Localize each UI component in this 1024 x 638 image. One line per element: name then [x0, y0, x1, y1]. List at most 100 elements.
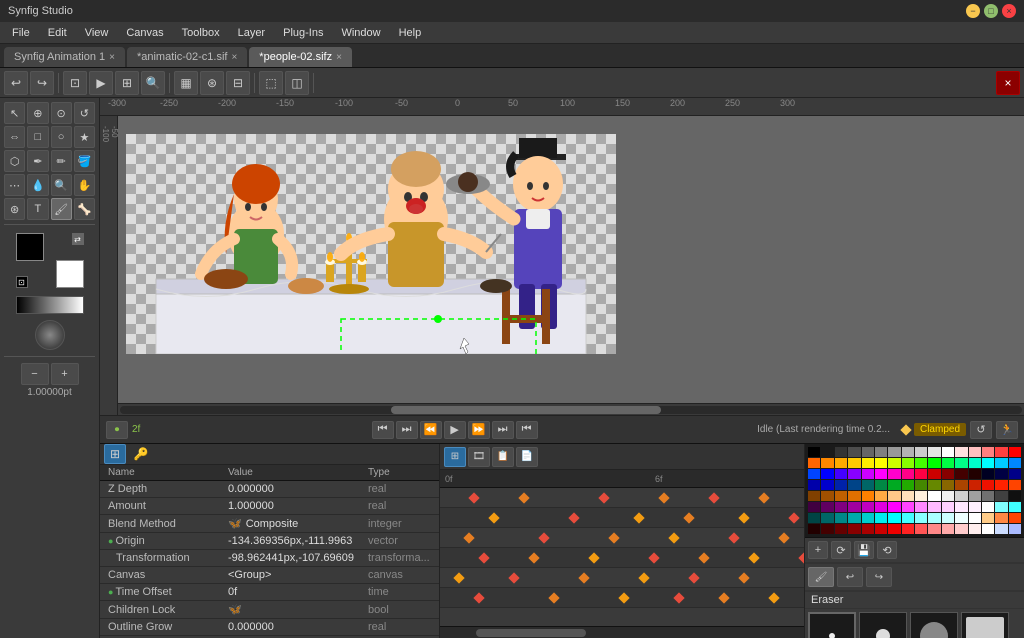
color-cell[interactable]: [888, 458, 900, 468]
color-cell[interactable]: [888, 502, 900, 512]
color-cell[interactable]: [942, 491, 954, 501]
keyframe-2a[interactable]: [488, 512, 499, 523]
tb-close-canvas[interactable]: ×: [996, 71, 1020, 95]
color-cell[interactable]: [888, 513, 900, 523]
color-cell[interactable]: [982, 502, 994, 512]
tool-scale[interactable]: ⊙: [51, 102, 72, 124]
color-cell[interactable]: [821, 480, 833, 490]
color-cell[interactable]: [902, 491, 914, 501]
color-cell[interactable]: [821, 513, 833, 523]
params-tab[interactable]: ⊞: [104, 444, 126, 464]
swap-colors-button[interactable]: ⇄: [72, 233, 84, 245]
keyframe-5b[interactable]: [508, 572, 519, 583]
color-cell[interactable]: [902, 502, 914, 512]
tb-safe-area[interactable]: ⬚: [259, 71, 283, 95]
keyframe-4a[interactable]: [478, 552, 489, 563]
color-cell[interactable]: [848, 491, 860, 501]
palette-save[interactable]: 💾: [854, 541, 874, 559]
color-cell[interactable]: [848, 447, 860, 457]
color-cell[interactable]: [875, 480, 887, 490]
menu-view[interactable]: View: [77, 25, 117, 41]
pb-next-keyframe[interactable]: ⏭: [492, 421, 514, 439]
color-cell[interactable]: [942, 469, 954, 479]
color-cell[interactable]: [1009, 469, 1021, 479]
color-cell[interactable]: [835, 524, 847, 534]
keyframe-3d[interactable]: [668, 532, 679, 543]
tool-fill[interactable]: 🪣: [74, 150, 95, 172]
color-cell[interactable]: [955, 447, 967, 457]
keyframe-5c[interactable]: [578, 572, 589, 583]
color-cell[interactable]: [995, 502, 1007, 512]
color-cell[interactable]: [808, 458, 820, 468]
color-cell[interactable]: [902, 524, 914, 534]
tool-eyedrop[interactable]: 💧: [27, 174, 48, 196]
menu-canvas[interactable]: Canvas: [118, 25, 171, 41]
tool-pan[interactable]: ✋: [74, 174, 95, 196]
pb-to-end[interactable]: ⏮: [516, 421, 538, 439]
color-cell[interactable]: [982, 524, 994, 534]
animate-mode[interactable]: 🏃: [996, 421, 1018, 439]
color-cell[interactable]: [995, 513, 1007, 523]
color-cell[interactable]: [955, 502, 967, 512]
menu-toolbox[interactable]: Toolbox: [174, 25, 228, 41]
color-cell[interactable]: [955, 491, 967, 501]
tool-advanced-outline[interactable]: ✏: [51, 150, 72, 172]
color-cell[interactable]: [808, 480, 820, 490]
tab-animatic[interactable]: *animatic-02-c1.sif ×: [127, 47, 247, 67]
keyframe-3a[interactable]: [463, 532, 474, 543]
keyframe-5a[interactable]: [453, 572, 464, 583]
tool-polygon[interactable]: ⬡: [4, 150, 25, 172]
tool-mirror[interactable]: ⇔: [4, 126, 25, 148]
tb-background[interactable]: ◫: [285, 71, 309, 95]
tool-transform[interactable]: ↖: [4, 102, 25, 124]
close-button[interactable]: ×: [1002, 4, 1016, 18]
clamped-mode[interactable]: Clamped: [914, 423, 966, 436]
color-cell[interactable]: [808, 469, 820, 479]
tb-preview[interactable]: ▶: [89, 71, 113, 95]
tool-brush[interactable]: 🖌: [51, 198, 72, 220]
color-cell[interactable]: [982, 513, 994, 523]
keyframe-3b[interactable]: [538, 532, 549, 543]
color-cell[interactable]: [1009, 513, 1021, 523]
tl-scrollbar-h[interactable]: [440, 626, 804, 638]
color-cell[interactable]: [902, 480, 914, 490]
reset-colors-button[interactable]: ⊡: [16, 276, 28, 288]
keyframe-2c[interactable]: [633, 512, 644, 523]
color-cell[interactable]: [848, 502, 860, 512]
color-cell[interactable]: [995, 491, 1007, 501]
color-cell[interactable]: [915, 458, 927, 468]
color-cell[interactable]: [848, 513, 860, 523]
color-cell[interactable]: [848, 480, 860, 490]
color-cell[interactable]: [808, 491, 820, 501]
pb-prev-keyframe[interactable]: ⏭: [396, 421, 418, 439]
tb-zoom-fit[interactable]: ⊞: [115, 71, 139, 95]
keyframe-4f[interactable]: [748, 552, 759, 563]
color-cell[interactable]: [969, 447, 981, 457]
color-cell[interactable]: [928, 491, 940, 501]
tb-undo[interactable]: ↩: [4, 71, 28, 95]
menu-layer[interactable]: Layer: [230, 25, 274, 41]
color-cell[interactable]: [955, 524, 967, 534]
loop-button[interactable]: ↺: [970, 421, 992, 439]
color-cell[interactable]: [808, 524, 820, 534]
color-cell[interactable]: [888, 469, 900, 479]
pb-play[interactable]: ▶: [444, 421, 466, 439]
color-cell[interactable]: [862, 491, 874, 501]
brush-preset-2[interactable]: 0.8: [859, 612, 907, 638]
color-cell[interactable]: [862, 469, 874, 479]
tool-rectangle[interactable]: □: [27, 126, 48, 148]
color-cell[interactable]: [875, 502, 887, 512]
keyframe-2b[interactable]: [568, 512, 579, 523]
keyframe-2e[interactable]: [738, 512, 749, 523]
color-cell[interactable]: [1009, 480, 1021, 490]
color-cell[interactable]: [995, 524, 1007, 534]
menu-edit[interactable]: Edit: [40, 25, 75, 41]
tool-zoom[interactable]: 🔍: [51, 174, 72, 196]
color-cell[interactable]: [942, 447, 954, 457]
color-cell[interactable]: [848, 524, 860, 534]
keyframe-3f[interactable]: [778, 532, 789, 543]
color-cell[interactable]: [928, 447, 940, 457]
color-cell[interactable]: [835, 447, 847, 457]
color-cell[interactable]: [928, 524, 940, 534]
color-cell[interactable]: [982, 480, 994, 490]
